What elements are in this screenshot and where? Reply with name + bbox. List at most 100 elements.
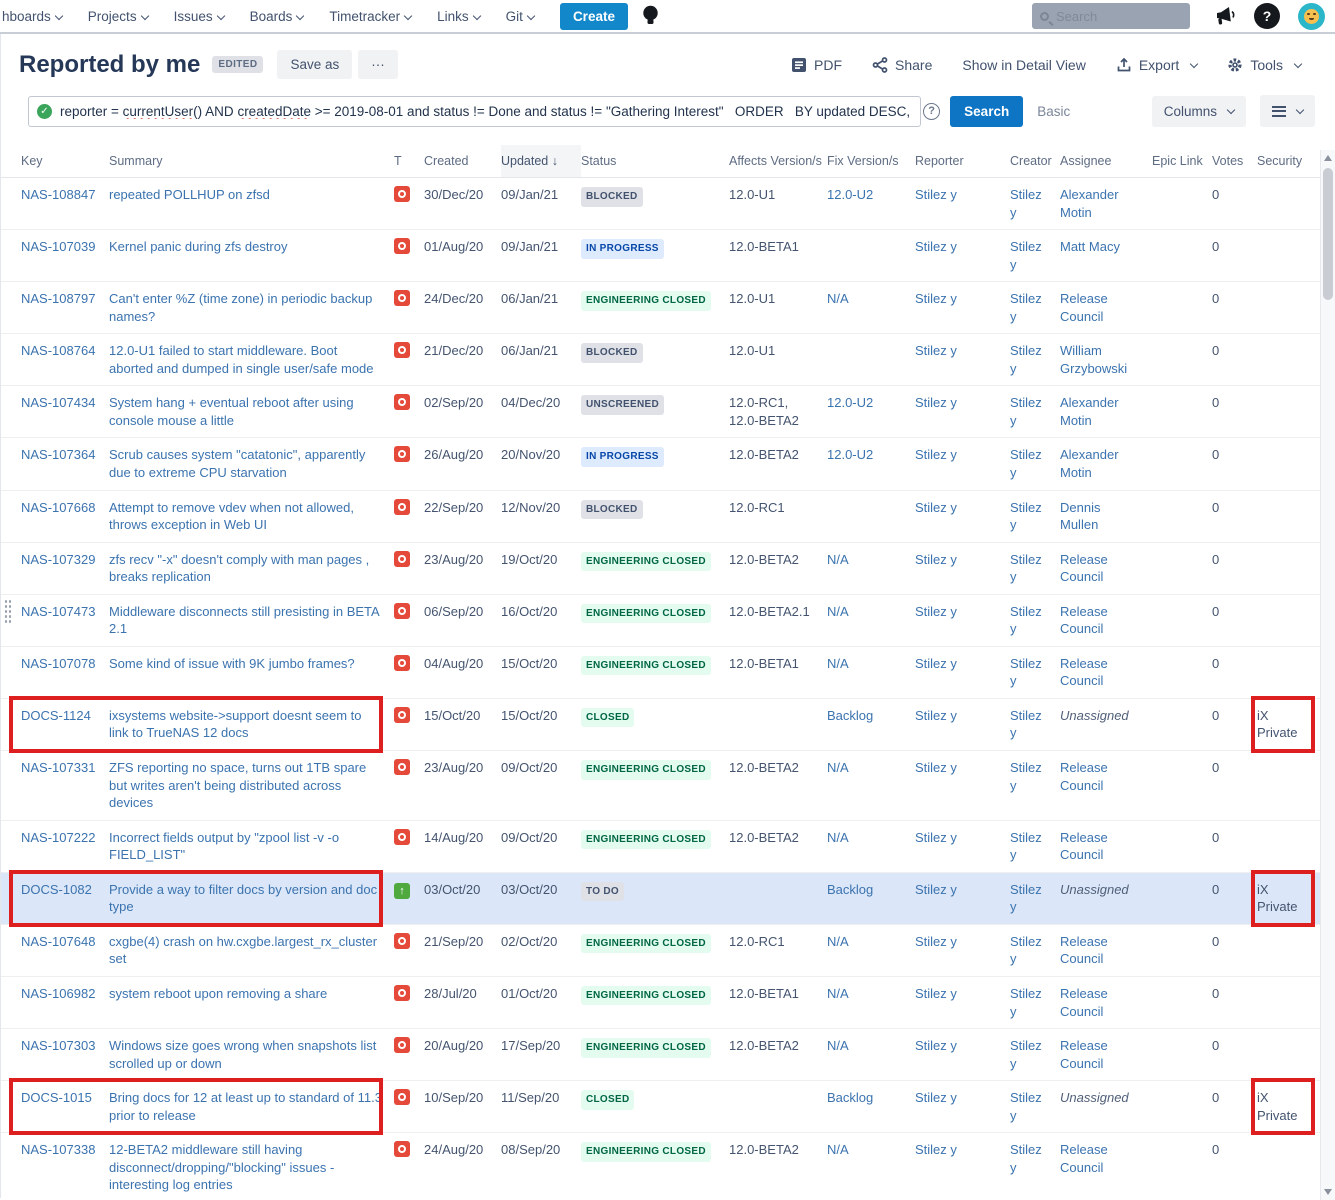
reporter-link[interactable]: Stilez y (915, 543, 1010, 594)
issue-key-link[interactable]: NAS-107434 (21, 386, 109, 437)
assignee-link[interactable]: Release Council (1060, 647, 1152, 698)
fix-version-link[interactable]: N/A (827, 821, 915, 872)
column-header-assignee[interactable]: Assignee (1060, 145, 1152, 177)
issue-key-link[interactable]: NAS-107648 (21, 925, 109, 976)
basic-mode-link[interactable]: Basic (1037, 104, 1070, 119)
issue-summary-link[interactable]: cxgbe(4) crash on hw.cxgbe.largest_rx_cl… (109, 925, 394, 976)
reporter-link[interactable]: Stilez y (915, 334, 1010, 385)
nav-item-boards[interactable]: Boards (250, 9, 304, 24)
search-button[interactable]: Search (950, 96, 1023, 127)
issue-summary-link[interactable]: zfs recv "-x" doesn't comply with man pa… (109, 543, 394, 594)
reporter-link[interactable]: Stilez y (915, 1029, 1010, 1080)
issue-summary-link[interactable]: System hang + eventual reboot after usin… (109, 386, 394, 437)
issue-summary-link[interactable]: Bring docs for 12 at least up to standar… (109, 1081, 394, 1132)
announcements-icon[interactable] (1214, 6, 1236, 26)
creator-link[interactable]: Stilez y (1010, 386, 1060, 437)
fix-version-link[interactable]: Backlog (827, 699, 915, 750)
creator-link[interactable]: Stilez y (1010, 543, 1060, 594)
issue-key-link[interactable]: NAS-107329 (21, 543, 109, 594)
issue-summary-link[interactable]: Can't enter %Z (time zone) in periodic b… (109, 282, 394, 333)
creator-link[interactable]: Stilez y (1010, 647, 1060, 698)
issue-key-link[interactable]: NAS-107303 (21, 1029, 109, 1080)
reporter-link[interactable]: Stilez y (915, 873, 1010, 924)
issue-key-link[interactable]: DOCS-1015 (21, 1081, 109, 1132)
column-header-epic-link[interactable]: Epic Link (1152, 145, 1212, 177)
pdf-button[interactable]: PDF (791, 57, 842, 73)
creator-link[interactable]: Stilez y (1010, 821, 1060, 872)
issue-summary-link[interactable]: Windows size goes wrong when snapshots l… (109, 1029, 394, 1080)
column-header-created[interactable]: Created (424, 145, 501, 177)
issue-summary-link[interactable]: system reboot upon removing a share (109, 977, 394, 1028)
creator-link[interactable]: Stilez y (1010, 1133, 1060, 1200)
fix-version-link[interactable]: 12.0-U2 (827, 178, 915, 229)
fix-version-link[interactable]: Backlog (827, 873, 915, 924)
fix-version-link[interactable]: 12.0-U2 (827, 438, 915, 489)
more-options-button[interactable]: ··· (358, 50, 398, 79)
creator-link[interactable]: Stilez y (1010, 334, 1060, 385)
column-header-affects-version-s[interactable]: Affects Version/s (729, 145, 827, 177)
fix-version-link[interactable]: N/A (827, 1029, 915, 1080)
global-search[interactable] (1032, 3, 1190, 29)
fix-version-link[interactable]: N/A (827, 595, 915, 646)
views-button[interactable] (1260, 95, 1315, 127)
assignee-link[interactable]: Alexander Motin (1060, 178, 1152, 229)
vertical-scrollbar[interactable] (1320, 150, 1335, 1200)
reporter-link[interactable]: Stilez y (915, 282, 1010, 333)
creator-link[interactable]: Stilez y (1010, 873, 1060, 924)
creator-link[interactable]: Stilez y (1010, 230, 1060, 281)
creator-link[interactable]: Stilez y (1010, 491, 1060, 542)
issue-key-link[interactable]: NAS-107331 (21, 751, 109, 820)
fix-version-link[interactable]: N/A (827, 1133, 915, 1200)
reporter-link[interactable]: Stilez y (915, 751, 1010, 820)
issue-key-link[interactable]: DOCS-1124 (21, 699, 109, 750)
issue-summary-link[interactable]: Kernel panic during zfs destroy (109, 230, 394, 281)
fix-version-link[interactable]: N/A (827, 282, 915, 333)
reporter-link[interactable]: Stilez y (915, 230, 1010, 281)
reporter-link[interactable]: Stilez y (915, 178, 1010, 229)
create-button[interactable]: Create (560, 3, 628, 30)
column-header-creator[interactable]: Creator (1010, 145, 1060, 177)
issue-summary-link[interactable]: ZFS reporting no space, turns out 1TB sp… (109, 751, 394, 820)
creator-link[interactable]: Stilez y (1010, 1029, 1060, 1080)
reporter-link[interactable]: Stilez y (915, 647, 1010, 698)
issue-key-link[interactable]: NAS-107039 (21, 230, 109, 281)
reporter-link[interactable]: Stilez y (915, 1081, 1010, 1132)
share-button[interactable]: Share (872, 57, 932, 73)
creator-link[interactable]: Stilez y (1010, 925, 1060, 976)
creator-link[interactable]: Stilez y (1010, 977, 1060, 1028)
creator-link[interactable]: Stilez y (1010, 282, 1060, 333)
assignee-link[interactable]: Release Council (1060, 543, 1152, 594)
reporter-link[interactable]: Stilez y (915, 925, 1010, 976)
issue-key-link[interactable]: NAS-108797 (21, 282, 109, 333)
assignee-link[interactable]: Alexander Motin (1060, 438, 1152, 489)
scrollbar-thumb[interactable] (1323, 168, 1333, 300)
issue-summary-link[interactable]: Provide a way to filter docs by version … (109, 873, 394, 924)
fix-version-link[interactable]: N/A (827, 925, 915, 976)
nav-item-issues[interactable]: Issues (174, 9, 224, 24)
assignee-link[interactable]: Matt Macy (1060, 230, 1152, 281)
column-header-key[interactable]: Key (21, 145, 109, 177)
reporter-link[interactable]: Stilez y (915, 821, 1010, 872)
issue-key-link[interactable]: NAS-107364 (21, 438, 109, 489)
issue-summary-link[interactable]: ixsystems website->support doesnt seem t… (109, 699, 394, 750)
issue-key-link[interactable]: NAS-107338 (21, 1133, 109, 1200)
lightbulb-icon[interactable] (642, 5, 659, 27)
reporter-link[interactable]: Stilez y (915, 1133, 1010, 1200)
assignee-link[interactable]: Release Council (1060, 925, 1152, 976)
creator-link[interactable]: Stilez y (1010, 438, 1060, 489)
issue-summary-link[interactable]: Incorrect fields output by "zpool list -… (109, 821, 394, 872)
assignee-link[interactable]: Dennis Mullen (1060, 491, 1152, 542)
issue-summary-link[interactable]: repeated POLLHUP on zfsd (109, 178, 394, 229)
reporter-link[interactable]: Stilez y (915, 699, 1010, 750)
issue-summary-link[interactable]: Attempt to remove vdev when not allowed,… (109, 491, 394, 542)
assignee-link[interactable]: Release Council (1060, 282, 1152, 333)
scroll-down-arrow-icon[interactable] (1324, 1189, 1332, 1195)
drag-handle-dots[interactable] (4, 599, 11, 623)
tools-button[interactable]: Tools (1227, 57, 1301, 73)
syntax-help-icon[interactable]: ? (923, 103, 940, 120)
jql-query-text[interactable]: reporter = currentUser() AND createdDate… (60, 104, 910, 119)
column-header-status[interactable]: Status (581, 145, 729, 177)
reporter-link[interactable]: Stilez y (915, 386, 1010, 437)
save-as-button[interactable]: Save as (277, 50, 352, 79)
issue-key-link[interactable]: NAS-107668 (21, 491, 109, 542)
